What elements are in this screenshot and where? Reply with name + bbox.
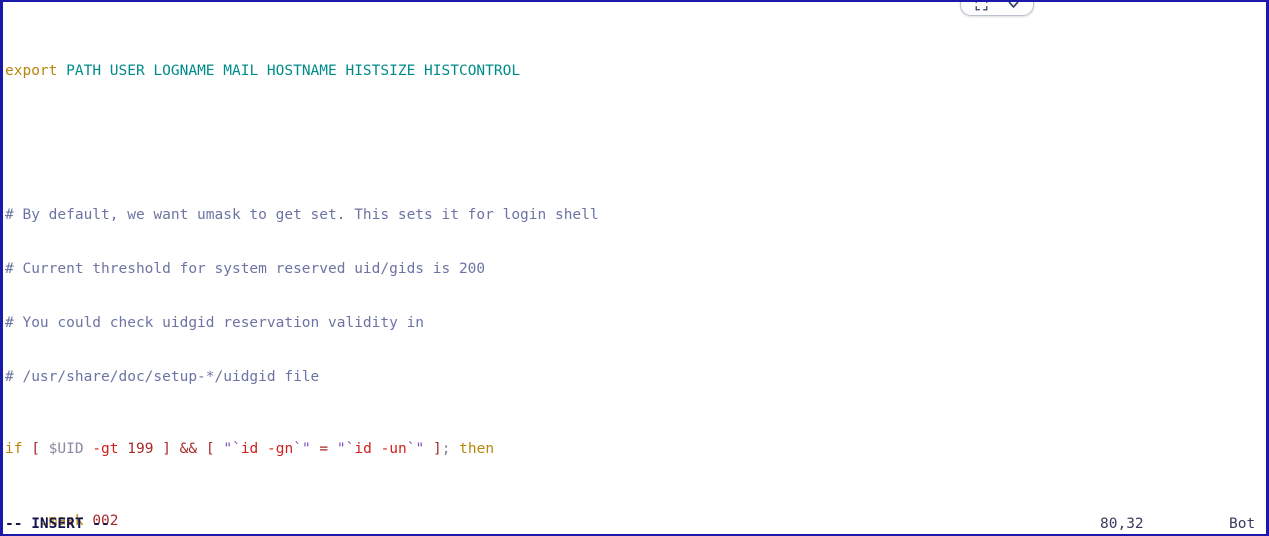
token-string xyxy=(258,441,267,457)
token-operator: = xyxy=(319,441,329,457)
chevron-down-icon[interactable] xyxy=(1002,2,1024,12)
token-operator: [ xyxy=(205,441,215,457)
token-identifier: PATH USER LOGNAME MAIL HOSTNAME HISTSIZE… xyxy=(66,63,521,79)
code-line: export PATH USER LOGNAME MAIL HOSTNAME H… xyxy=(3,62,1266,80)
token-variable: $UID xyxy=(48,441,84,457)
code-line: if [ $UID -gt 199 ] && [ "`id -gn`" = "`… xyxy=(3,440,1266,458)
code-line-comment: # Current threshold for system reserved … xyxy=(5,261,486,277)
vim-status-line: -- INSERT -- 80,32 Bot xyxy=(3,515,1266,533)
token-keyword: if xyxy=(5,441,23,457)
token-operator: [ xyxy=(31,441,40,457)
token-operator: ] xyxy=(432,441,442,457)
token-command: id xyxy=(240,441,259,457)
token-keyword: then xyxy=(459,441,495,457)
token-operator: ] xyxy=(162,441,171,457)
terminal-window[interactable]: export PATH USER LOGNAME MAIL HOSTNAME H… xyxy=(0,0,1269,536)
fullscreen-expand-icon[interactable] xyxy=(970,2,992,12)
floating-overlay-toolbar[interactable] xyxy=(960,2,1034,16)
token-string: `" xyxy=(406,441,425,457)
token-flag: -un xyxy=(380,441,407,457)
token-string: "` xyxy=(223,441,241,457)
code-line-comment: # By default, we want umask to get set. … xyxy=(5,207,599,223)
vim-mode-indicator: -- INSERT -- xyxy=(5,516,110,532)
token-flag: -gn xyxy=(267,441,294,457)
token-string xyxy=(372,441,381,457)
token-string: `" xyxy=(293,441,311,457)
code-line-comment: # /usr/share/doc/setup-*/uidgid file xyxy=(5,369,320,385)
token-flag: -gt xyxy=(92,441,119,457)
token-operator: && xyxy=(179,441,198,457)
vim-text-buffer[interactable]: export PATH USER LOGNAME MAIL HOSTNAME H… xyxy=(3,8,1266,529)
token-number: 199 xyxy=(127,441,154,457)
code-line-comment: # You could check uidgid reservation val… xyxy=(5,315,425,331)
token-string: "` xyxy=(336,441,355,457)
token-command: id xyxy=(354,441,372,457)
cursor-position-indicator: 80,32 xyxy=(1100,516,1144,532)
scroll-position-indicator: Bot xyxy=(1229,516,1256,532)
token-keyword: export xyxy=(5,63,58,79)
